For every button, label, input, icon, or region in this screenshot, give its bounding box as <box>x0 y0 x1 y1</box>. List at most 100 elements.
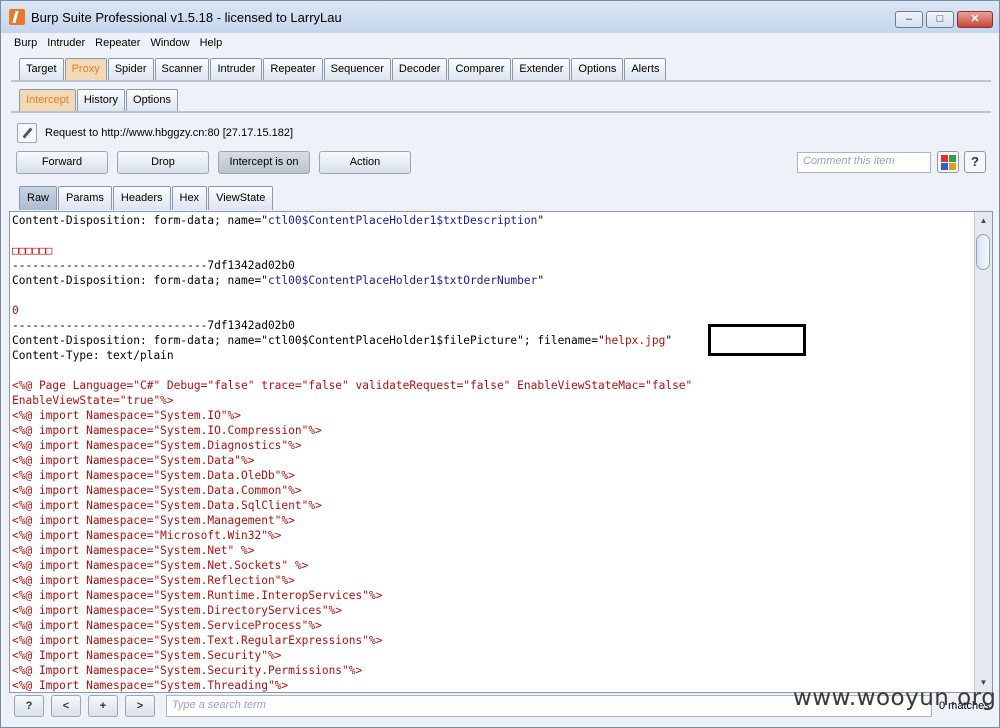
code-token: <%@ import Namespace="System.Net.Sockets… <box>12 559 309 572</box>
tab-proxy[interactable]: Proxy <box>64 58 107 80</box>
tab-sequencer[interactable]: Sequencer <box>323 58 391 80</box>
code-line: <%@ import Namespace="System.IO.Compress… <box>12 423 974 438</box>
code-line: <%@ import Namespace="Microsoft.Win32"%> <box>12 528 974 543</box>
tab-alerts[interactable]: Alerts <box>624 58 667 80</box>
code-line: EnableViewState="true"%> <box>12 393 974 408</box>
action-button[interactable]: Action <box>319 151 411 174</box>
code-line: <%@ import Namespace="System.Diagnostics… <box>12 438 974 453</box>
tab-hex[interactable]: Hex <box>171 186 208 210</box>
message-view-tabs: Raw Params Headers Hex ViewState <box>19 186 274 210</box>
code-token: <%@ Import Namespace="System.Threading"%… <box>12 679 289 692</box>
code-line: -----------------------------7df1342ad02… <box>12 318 974 333</box>
tab-target[interactable]: Target <box>19 58 64 80</box>
next-match-button[interactable]: > <box>125 695 155 717</box>
tab-scanner[interactable]: Scanner <box>154 58 210 80</box>
code-line: <%@ import Namespace="System.Management"… <box>12 513 974 528</box>
menu-repeater[interactable]: Repeater <box>90 34 145 52</box>
request-body[interactable]: Content-Disposition: form-data; name="ct… <box>12 213 974 692</box>
watermark: www.wooyun.org <box>793 685 997 711</box>
tab-history[interactable]: History <box>76 89 126 111</box>
code-token: " <box>537 274 545 287</box>
code-line: Content-Type: text/plain <box>12 348 974 363</box>
tab-repeater[interactable]: Repeater <box>263 58 323 80</box>
code-line: Content-Disposition: form-data; name="ct… <box>12 333 974 348</box>
code-token: <%@ import Namespace="System.Reflection"… <box>12 574 295 587</box>
scroll-thumb[interactable] <box>976 234 990 270</box>
tab-intruder[interactable]: Intruder <box>210 58 263 80</box>
help-button[interactable]: ? <box>964 151 986 173</box>
scroll-up-icon[interactable]: ▲ <box>976 213 991 229</box>
code-line: Content-Disposition: form-data; name="ct… <box>12 273 974 288</box>
title-bar: Burp Suite Professional v1.5.18 - licens… <box>1 1 999 33</box>
pencil-icon[interactable] <box>17 123 37 143</box>
code-line: Content-Disposition: form-data; name="ct… <box>12 213 974 228</box>
code-token: <%@ import Namespace="System.Data.OleDb"… <box>12 469 295 482</box>
comment-input[interactable]: Comment this item <box>797 152 931 173</box>
code-line: <%@ Import Namespace="System.Security.Pe… <box>12 663 974 678</box>
drop-button[interactable]: Drop <box>117 151 209 174</box>
tab-divider <box>11 80 991 82</box>
burp-window: Burp Suite Professional v1.5.18 - licens… <box>0 0 1000 728</box>
tab-decoder[interactable]: Decoder <box>391 58 448 80</box>
menu-burp[interactable]: Burp <box>9 34 42 52</box>
code-token: EnableViewState="true"%> <box>12 394 174 407</box>
code-token: <%@ import Namespace="System.Management"… <box>12 514 295 527</box>
tab-viewstate[interactable]: ViewState <box>208 186 274 210</box>
menu-bar: Burp Intruder Repeater Window Help <box>9 34 227 52</box>
tab-comparer[interactable]: Comparer <box>448 58 512 80</box>
code-line: <%@ import Namespace="System.Text.Regula… <box>12 633 974 648</box>
code-token: <%@ import Namespace="System.ServiceProc… <box>12 619 322 632</box>
request-target: Request to http://www.hbggzy.cn:80 [27.1… <box>45 127 294 139</box>
subtab-divider <box>11 111 991 113</box>
color-swatch-blue <box>941 163 948 170</box>
code-line: -----------------------------7df1342ad02… <box>12 258 974 273</box>
code-token: " <box>665 334 673 347</box>
main-tabs: Target Proxy Spider Scanner Intruder Rep… <box>19 58 667 80</box>
menu-intruder[interactable]: Intruder <box>42 34 90 52</box>
code-token: ctl00$ContentPlaceHolder1$txtDescription <box>267 214 538 227</box>
code-line: <%@ import Namespace="System.IO"%> <box>12 408 974 423</box>
code-line: <%@ import Namespace="System.Net.Sockets… <box>12 558 974 573</box>
code-token: Content-Disposition: form-data; name=" <box>12 214 268 227</box>
code-token: <%@ import Namespace="Microsoft.Win32"%> <box>12 529 282 542</box>
intercept-toggle-button[interactable]: Intercept is on <box>218 151 310 174</box>
menu-window[interactable]: Window <box>145 34 194 52</box>
code-line: <%@ import Namespace="System.Data"%> <box>12 453 974 468</box>
code-token: <%@ Import Namespace="System.Security"%> <box>12 649 282 662</box>
forward-button[interactable]: Forward <box>16 151 108 174</box>
tab-raw[interactable]: Raw <box>19 186 58 210</box>
window-title: Burp Suite Professional v1.5.18 - licens… <box>31 10 342 25</box>
code-token: <%@ import Namespace="System.Diagnostics… <box>12 439 302 452</box>
code-line: <%@ import Namespace="System.DirectorySe… <box>12 603 974 618</box>
code-line: <%@ import Namespace="System.Runtime.Int… <box>12 588 974 603</box>
filename-highlight-box <box>708 324 806 356</box>
maximize-button[interactable]: □ <box>926 11 954 28</box>
code-token: <%@ import Namespace="System.Data.SqlCli… <box>12 499 322 512</box>
vertical-scrollbar[interactable]: ▲ ▼ <box>974 212 992 692</box>
minimize-button[interactable]: – <box>895 11 923 28</box>
menu-help[interactable]: Help <box>195 34 228 52</box>
tab-extender[interactable]: Extender <box>512 58 571 80</box>
search-help-button[interactable]: ? <box>14 695 44 717</box>
color-swatch-green <box>949 155 956 162</box>
code-line: <%@ import Namespace="System.Data.Common… <box>12 483 974 498</box>
tab-headers[interactable]: Headers <box>112 186 171 210</box>
tab-options[interactable]: Options <box>571 58 624 80</box>
add-button[interactable]: + <box>88 695 118 717</box>
tab-params[interactable]: Params <box>58 186 112 210</box>
request-editor[interactable]: Content-Disposition: form-data; name="ct… <box>9 211 993 693</box>
tab-spider[interactable]: Spider <box>107 58 154 80</box>
close-button[interactable]: ✕ <box>957 11 993 28</box>
tab-intercept[interactable]: Intercept <box>19 89 76 111</box>
code-token: -----------------------------7df1342ad02… <box>12 259 295 272</box>
code-line: <%@ import Namespace="System.ServiceProc… <box>12 618 974 633</box>
code-token: Content-Disposition: form-data; name="ct… <box>12 334 605 347</box>
code-token: helpx.jpg <box>604 334 666 347</box>
tab-proxy-options[interactable]: Options <box>126 89 178 111</box>
highlight-color-icon[interactable] <box>937 151 959 173</box>
previous-match-button[interactable]: < <box>51 695 81 717</box>
code-token: <%@ import Namespace="System.Runtime.Int… <box>12 589 383 602</box>
code-token: ctl00$ContentPlaceHolder1$txtOrderNumber <box>267 274 538 287</box>
